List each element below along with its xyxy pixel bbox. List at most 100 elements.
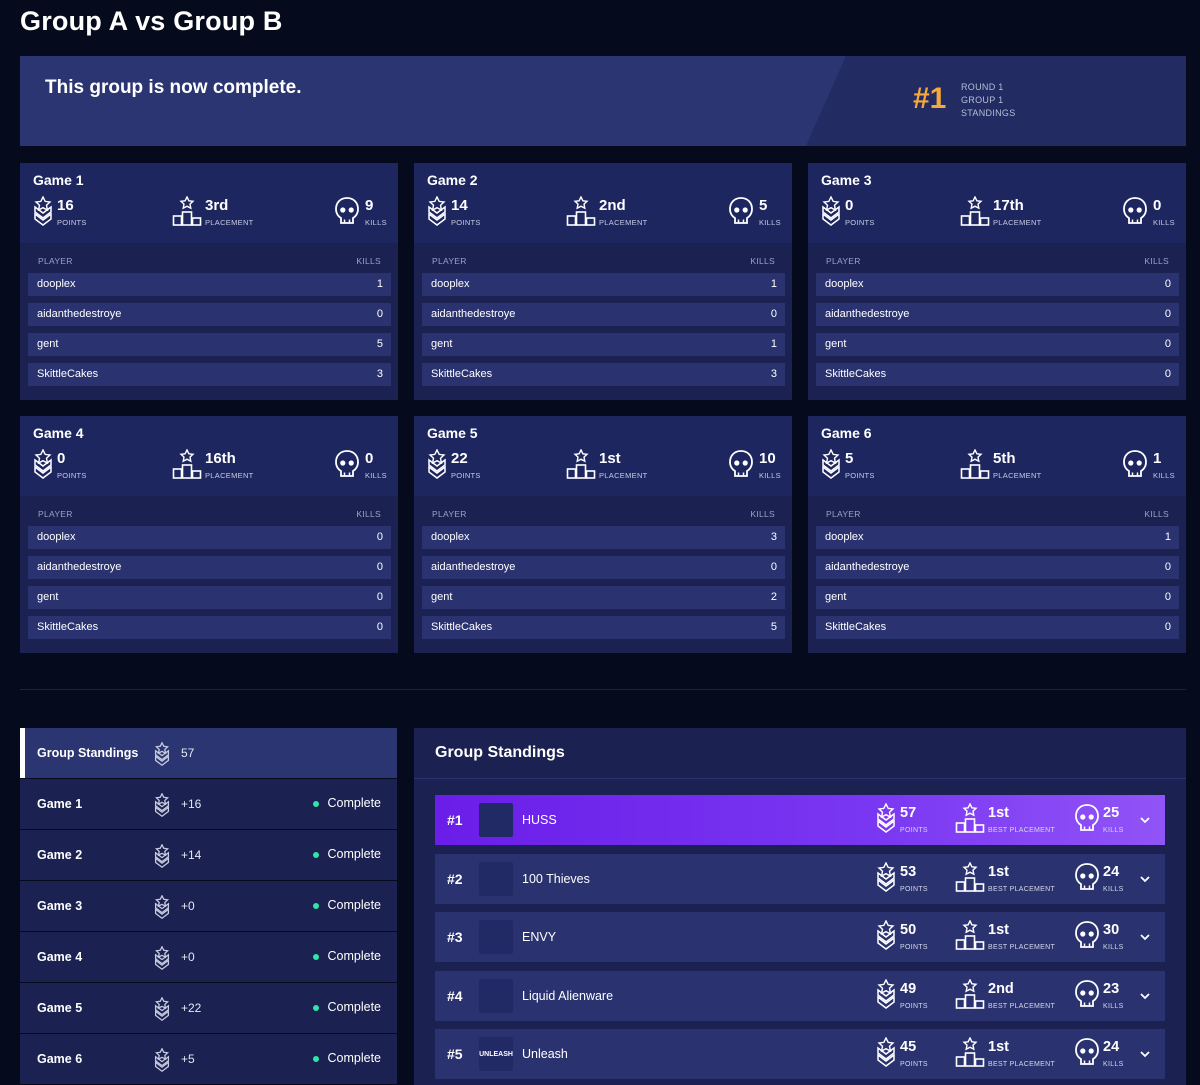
complete-status-dot xyxy=(313,852,319,858)
expand-row-button[interactable] xyxy=(1139,872,1151,890)
podium-icon xyxy=(955,920,985,950)
game-tab-label: Game 1 xyxy=(37,797,83,811)
banner-round: ROUND 1 xyxy=(961,82,1004,92)
complete-status-dot xyxy=(313,801,319,807)
player-row: SkittleCakes 0 xyxy=(816,616,1179,639)
podium-icon xyxy=(960,449,990,479)
player-column-header: PLAYER xyxy=(432,509,467,519)
team-best-placement-value: 1st xyxy=(988,1039,1009,1055)
game-card-header: Game 5 22 POINTS 1st PLACEMENT 10 KILLS xyxy=(414,416,792,496)
team-points-value: 57 xyxy=(900,805,917,821)
skull-icon xyxy=(1075,1038,1099,1065)
team-logo: UNLEASH xyxy=(479,1037,513,1071)
kills-column-header: KILLS xyxy=(1144,256,1169,266)
points-shield-icon xyxy=(154,997,170,1021)
player-name: aidanthedestroye xyxy=(37,308,122,320)
team-kills-value: 24 xyxy=(1103,1039,1120,1055)
player-row: SkittleCakes 0 xyxy=(28,616,391,639)
game-status: Complete xyxy=(327,796,382,810)
game-placement-value: 5th xyxy=(993,450,1016,467)
game-tab-points: +0 xyxy=(181,899,195,913)
team-standing-row[interactable]: #3 ENVY 50 POINTS 1st BEST PLACEMENT 30 KILLS xyxy=(435,912,1165,962)
team-rank: #5 xyxy=(447,1046,463,1062)
game-tab-label: Game 5 xyxy=(37,1001,83,1015)
points-shield-icon xyxy=(428,449,446,479)
team-standing-row[interactable]: #4 Liquid Alienware 49 POINTS 2nd BEST PLACEM… xyxy=(435,970,1165,1021)
player-kills: 0 xyxy=(770,308,777,320)
game-placement-value: 17th xyxy=(993,197,1024,214)
skull-icon xyxy=(1123,197,1147,224)
expand-row-button[interactable] xyxy=(1139,930,1151,948)
expand-row-button[interactable] xyxy=(1139,813,1151,831)
group-standings-tab[interactable]: Group Standings 57 xyxy=(20,728,397,778)
game-tab[interactable]: Game 6 +5 Complete xyxy=(20,1034,397,1084)
kills-label: KILLS xyxy=(1153,218,1175,227)
skull-icon xyxy=(335,450,359,477)
player-name: dooplex xyxy=(37,531,76,543)
player-kills: 0 xyxy=(1164,278,1171,290)
points-shield-icon xyxy=(877,978,895,1009)
player-column-header: PLAYER xyxy=(826,256,861,266)
team-rank: #1 xyxy=(447,812,463,828)
game-title: Game 5 xyxy=(427,425,478,441)
player-kills: 3 xyxy=(770,368,777,380)
player-row: aidanthedestroye 0 xyxy=(816,556,1179,579)
points-shield-icon xyxy=(877,920,895,950)
game-kills-value: 5 xyxy=(759,197,768,214)
expand-row-button[interactable] xyxy=(1139,989,1151,1007)
player-row: gent 2 xyxy=(422,586,785,609)
player-row: dooplex 1 xyxy=(28,273,391,296)
game-card-header: Game 3 0 POINTS 17th PLACEMENT 0 KILLS xyxy=(808,163,1186,243)
game-points-value: 14 xyxy=(451,197,468,214)
points-label: POINTS xyxy=(845,218,875,227)
game-tab[interactable]: Game 4 +0 Complete xyxy=(20,932,397,982)
game-tab[interactable]: Game 5 +22 Complete xyxy=(20,983,397,1033)
player-kills: 5 xyxy=(376,338,383,350)
chevron-down-icon xyxy=(1140,817,1150,824)
kills-label: KILLS xyxy=(1103,1002,1124,1010)
chevron-down-icon xyxy=(1140,1051,1150,1058)
player-row: dooplex 0 xyxy=(816,273,1179,296)
podium-icon xyxy=(172,196,202,226)
game-tab-label: Game 4 xyxy=(37,950,83,964)
podium-icon xyxy=(566,196,596,226)
game-tab-points: +14 xyxy=(181,848,202,862)
kills-label: KILLS xyxy=(1103,885,1124,893)
team-standing-row[interactable]: #5 UNLEASH Unleash 45 POINTS 1st BEST PLACEMEN… xyxy=(435,1029,1165,1079)
player-name: dooplex xyxy=(431,531,470,543)
team-logo xyxy=(479,978,513,1013)
team-logo xyxy=(479,803,513,837)
game-tab-points: +5 xyxy=(181,1052,195,1066)
podium-icon xyxy=(955,861,985,892)
player-kills: 0 xyxy=(1164,308,1171,320)
kills-column-header: KILLS xyxy=(750,256,775,266)
game-points-value: 22 xyxy=(451,450,468,467)
standings-divider xyxy=(414,778,1186,779)
player-row: SkittleCakes 3 xyxy=(28,363,391,386)
placement-label: PLACEMENT xyxy=(205,218,254,227)
player-name: dooplex xyxy=(825,531,864,543)
complete-status-dot xyxy=(313,1005,319,1011)
complete-status-dot xyxy=(313,903,319,909)
skull-icon xyxy=(1075,804,1099,831)
player-name: dooplex xyxy=(37,278,76,290)
game-title: Game 2 xyxy=(427,172,478,188)
player-row: gent 0 xyxy=(816,333,1179,356)
game-tab[interactable]: Game 1 +16 Complete xyxy=(20,779,397,829)
best-placement-label: BEST PLACEMENT xyxy=(988,827,1056,834)
skull-icon xyxy=(1075,862,1099,890)
game-tab[interactable]: Game 2 +14 Complete xyxy=(20,830,397,880)
player-column-header: PLAYER xyxy=(826,509,861,519)
game-tab[interactable]: Game 3 +0 Complete xyxy=(20,881,397,931)
team-standing-row[interactable]: #1 HUSS 57 POINTS 1st BEST PLACEMENT 25 KILLS xyxy=(435,795,1165,845)
game-card: Game 4 0 POINTS 16th PLACEMENT 0 KILLS PLAYER KI… xyxy=(20,416,398,653)
skull-icon xyxy=(1123,450,1147,477)
team-points-value: 50 xyxy=(900,922,917,938)
expand-row-button[interactable] xyxy=(1139,1047,1151,1065)
player-row: aidanthedestroye 0 xyxy=(28,556,391,579)
group-total-points: 57 xyxy=(181,746,195,760)
team-standing-row[interactable]: #2 100 Thieves 53 POINTS 1st BEST PLACEMENT 24… xyxy=(435,853,1165,904)
placement-label: PLACEMENT xyxy=(205,471,254,480)
game-placement-value: 2nd xyxy=(599,197,626,214)
points-shield-icon xyxy=(154,1048,170,1072)
